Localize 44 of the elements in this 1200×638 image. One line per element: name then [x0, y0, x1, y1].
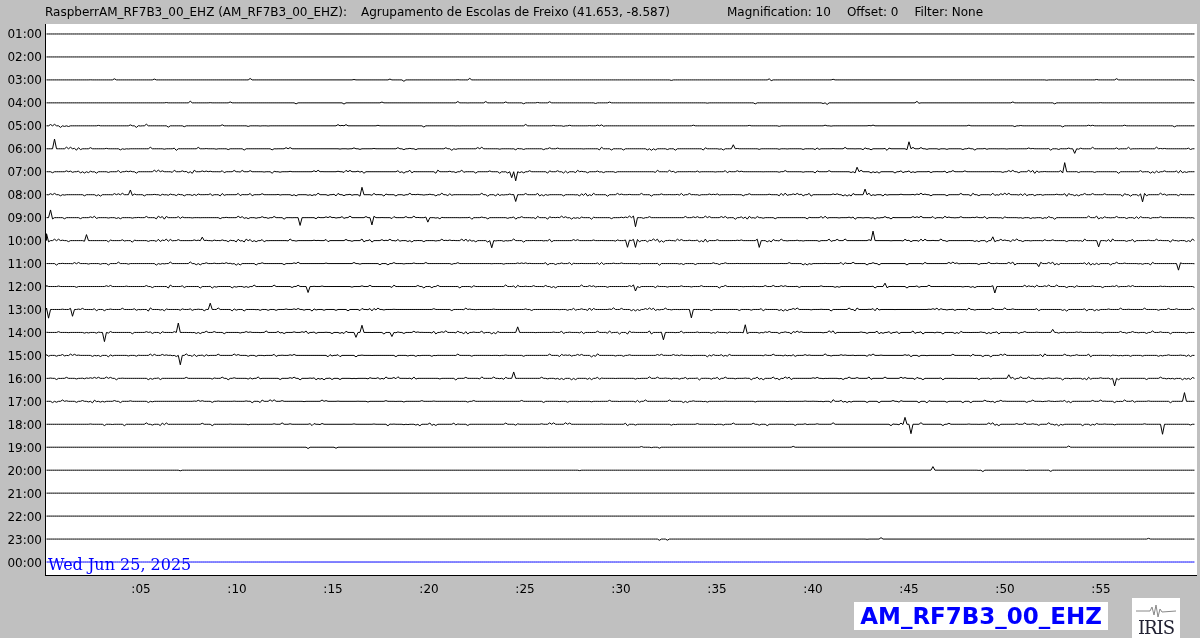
- hour-label: 23:00: [6, 532, 43, 550]
- location-text: Agrupamento de Escolas de Freixo (41.653, -8.587): [361, 5, 670, 20]
- hour-label: 17:00: [6, 394, 43, 412]
- hour-label: 02:00: [6, 49, 43, 67]
- hour-label: 21:00: [6, 486, 43, 504]
- hour-label: 01:00: [6, 26, 43, 44]
- hour-label: 09:00: [6, 210, 43, 228]
- hour-label: 10:00: [6, 233, 43, 251]
- minute-label: :10: [227, 582, 247, 597]
- station-title: RaspberrAM_RF7B3_00_EHZ (AM_RF7B3_00_EHZ):: [45, 5, 347, 20]
- minute-label: :15: [323, 582, 343, 597]
- hour-label: 19:00: [6, 440, 43, 458]
- hour-label: 22:00: [6, 509, 43, 527]
- minute-label: :35: [707, 582, 727, 597]
- hour-label: 15:00: [6, 348, 43, 366]
- offset-text: Offset: 0: [846, 5, 899, 20]
- channel-label: AM_RF7B3_00_EHZ: [854, 602, 1108, 630]
- minute-label: :40: [803, 582, 823, 597]
- hour-label: 00:00: [6, 555, 43, 573]
- hour-label: 08:00: [6, 187, 43, 205]
- minute-label: :05: [131, 582, 151, 597]
- hour-label: 04:00: [6, 95, 43, 113]
- hour-label: 13:00: [6, 302, 43, 320]
- hour-label: 12:00: [6, 279, 43, 297]
- minute-label: :45: [899, 582, 919, 597]
- hour-label: 03:00: [6, 72, 43, 90]
- minute-label: :50: [995, 582, 1015, 597]
- hour-label: 20:00: [6, 463, 43, 481]
- hour-label: 14:00: [6, 325, 43, 343]
- magnification-text: Magnification: 10: [727, 5, 831, 20]
- seismogram-icon: [1136, 604, 1176, 618]
- hour-label: 11:00: [6, 256, 43, 274]
- minute-label: :55: [1091, 582, 1111, 597]
- minute-label: :25: [515, 582, 535, 597]
- hour-label: 07:00: [6, 164, 43, 182]
- date-text: Wed Jun 25, 2025: [48, 555, 192, 575]
- filter-text: Filter: None: [914, 5, 984, 20]
- minute-label: :30: [611, 582, 631, 597]
- hour-label: 18:00: [6, 417, 43, 435]
- hour-label: 05:00: [6, 118, 43, 136]
- logo-text: IRIS: [1137, 618, 1175, 638]
- minute-label: :20: [419, 582, 439, 597]
- hour-label: 16:00: [6, 371, 43, 389]
- hour-label: 06:00: [6, 141, 43, 159]
